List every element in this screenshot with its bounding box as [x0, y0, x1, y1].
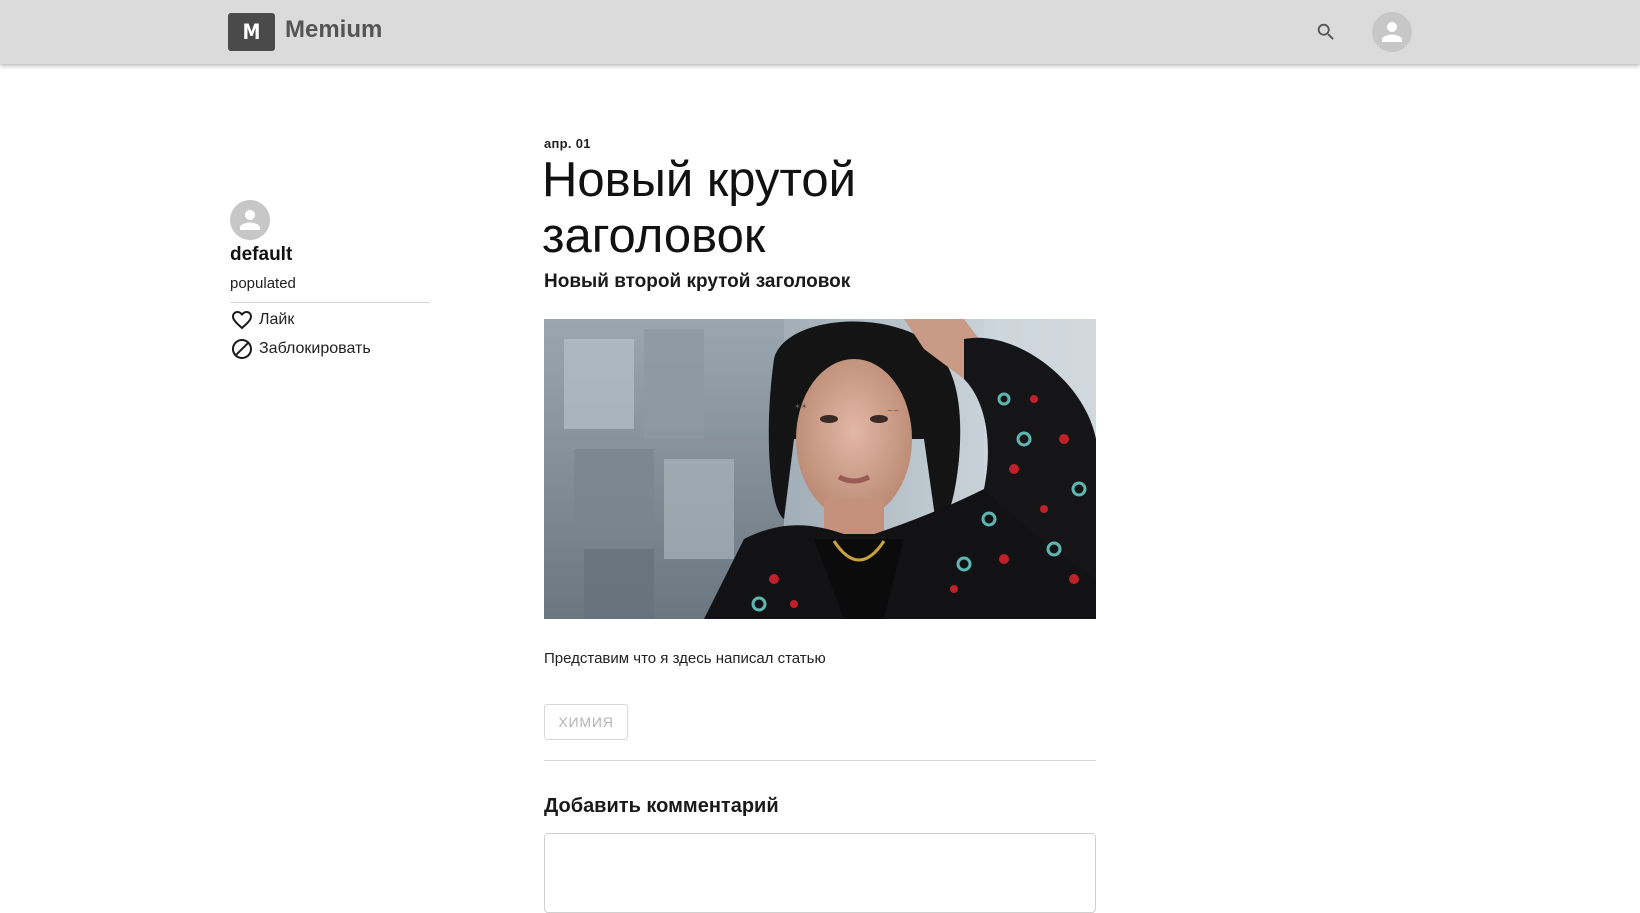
comment-heading: Добавить комментарий [544, 795, 779, 817]
like-button[interactable]: Лайк [230, 308, 294, 332]
logo-letter: M [242, 20, 261, 44]
profile-avatar-button[interactable] [1372, 12, 1412, 52]
author-divider [230, 302, 430, 303]
heart-outline-icon [230, 308, 254, 332]
user-avatar-icon [1382, 22, 1402, 42]
author-name[interactable]: default [230, 244, 292, 266]
logo-button[interactable]: M [228, 13, 275, 51]
post-body-text: Представим что я здесь написал статью [544, 650, 826, 667]
post-title: Новый крутой заголовок [542, 153, 857, 263]
brand-name[interactable]: Memium [285, 16, 382, 44]
search-icon [1317, 23, 1334, 40]
post-subtitle: Новый второй крутой заголовок [544, 271, 851, 292]
post-date: апр. 01 [544, 136, 591, 151]
user-avatar-icon [240, 210, 260, 230]
svg-text:✶✶: ✶✶ [794, 402, 807, 411]
top-app-bar: M Memium [0, 0, 1640, 64]
comment-input[interactable] [544, 833, 1096, 913]
author-description: populated [230, 275, 296, 292]
block-label: Заблокировать [259, 340, 371, 357]
tag-chip[interactable]: ХИМИЯ [544, 704, 628, 740]
search-button[interactable] [1313, 19, 1339, 45]
article-divider [544, 760, 1096, 761]
like-label: Лайк [259, 311, 295, 328]
post-cover-image: ✶✶ ~~ [544, 319, 1096, 619]
block-icon [230, 337, 254, 361]
author-avatar[interactable] [230, 200, 270, 240]
block-button[interactable]: Заблокировать [230, 337, 371, 361]
svg-text:~~: ~~ [887, 407, 899, 415]
